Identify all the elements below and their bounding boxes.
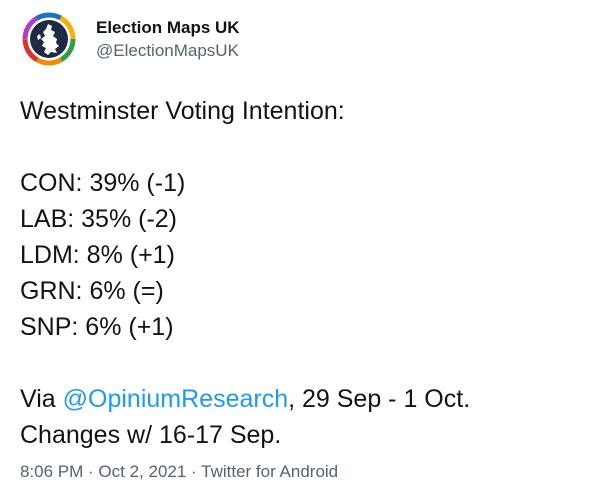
author-handle[interactable]: @ElectionMapsUK bbox=[96, 40, 240, 62]
poll-line-lab: LAB: 35% (-2) bbox=[20, 205, 178, 233]
via-line: Via @OpiniumResearch, 29 Sep - 1 Oct. bbox=[20, 381, 580, 417]
poll-line-ldm: LDM: 8% (+1) bbox=[20, 241, 175, 269]
meta-separator: · bbox=[83, 462, 99, 481]
poll-line-con: CON: 39% (-1) bbox=[20, 169, 186, 197]
changes-line: Changes w/ 16-17 Sep. bbox=[20, 421, 282, 449]
author-names: Election Maps UK @ElectionMapsUK bbox=[96, 17, 240, 62]
tweet-card: Election Maps UK @ElectionMapsUK Westmin… bbox=[0, 0, 589, 497]
tweet-text: Westminster Voting Intention: CON: 39% (… bbox=[20, 93, 580, 453]
tweet-heading: Westminster Voting Intention: bbox=[20, 97, 345, 125]
via-prefix: Via bbox=[20, 385, 63, 413]
tweet-source-link[interactable]: Twitter for Android bbox=[201, 462, 338, 481]
tweet-header: Election Maps UK @ElectionMapsUK bbox=[22, 12, 240, 66]
mention-link[interactable]: @OpiniumResearch bbox=[63, 385, 288, 413]
meta-separator: · bbox=[186, 462, 202, 481]
via-suffix: , 29 Sep - 1 Oct. bbox=[288, 385, 471, 413]
poll-line-snp: SNP: 6% (+1) bbox=[20, 313, 174, 341]
poll-line-grn: GRN: 6% (=) bbox=[20, 277, 164, 305]
tweet-date-link[interactable]: Oct 2, 2021 bbox=[98, 462, 186, 481]
author-display-name[interactable]: Election Maps UK bbox=[96, 17, 240, 39]
tweet-time-link[interactable]: 8:06 PM bbox=[20, 462, 83, 481]
tweet-meta: 8:06 PM · Oct 2, 2021 · Twitter for Andr… bbox=[20, 461, 338, 483]
election-maps-uk-logo-icon[interactable] bbox=[22, 12, 76, 66]
